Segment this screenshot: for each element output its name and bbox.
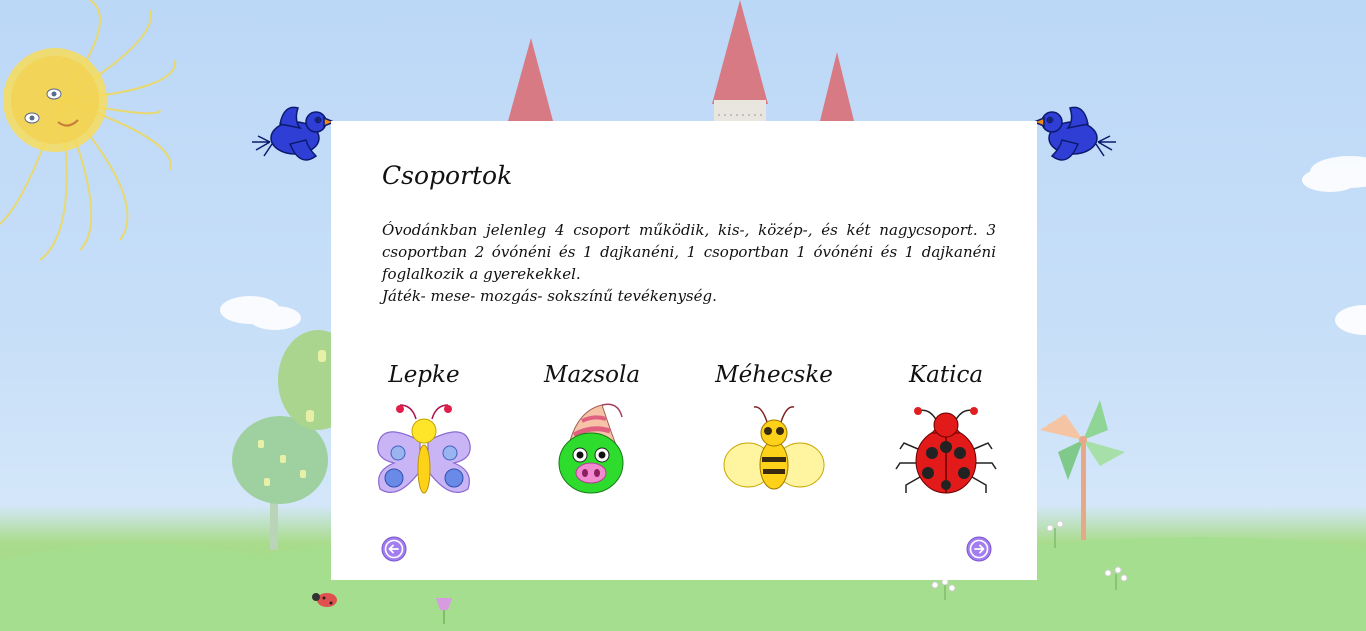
- page-title: Csoportok: [382, 161, 513, 190]
- group-name: Lepke: [388, 362, 460, 388]
- prev-button[interactable]: [381, 536, 407, 562]
- group-card-mehecske[interactable]: Méhecske: [709, 355, 839, 497]
- intro-tagline: Játék- mese- mozgás- sokszínű tevékenysé…: [382, 287, 717, 305]
- group-card-mazsola[interactable]: Mazsola: [527, 355, 657, 497]
- castle-towers: [508, 0, 854, 121]
- sun-illustration: [0, 0, 177, 261]
- bee-icon: [723, 406, 825, 490]
- group-name: Méhecske: [715, 362, 833, 388]
- bird-left-icon: [252, 106, 334, 161]
- content-panel: Csoportok Óvodánkban jelenleg 4 csoport …: [331, 121, 1037, 580]
- bird-right-icon: [1034, 106, 1116, 161]
- intro-text: Óvodánkban jelenleg 4 csoport működik, k…: [382, 219, 996, 307]
- kindergarten-scene: Csoportok Óvodánkban jelenleg 4 csoport …: [0, 0, 1366, 631]
- intro-paragraph: Óvodánkban jelenleg 4 csoport működik, k…: [382, 221, 996, 283]
- pig-icon: [558, 403, 624, 494]
- group-name: Katica: [908, 362, 984, 388]
- group-card-katica[interactable]: Katica: [881, 355, 1011, 497]
- ladybug-icon: [895, 407, 997, 494]
- group-name: Mazsola: [543, 362, 641, 388]
- group-card-lepke[interactable]: Lepke: [359, 355, 489, 497]
- next-button[interactable]: [966, 536, 992, 562]
- pinwheel-illustration: [1040, 400, 1125, 540]
- butterfly-icon: [377, 404, 471, 494]
